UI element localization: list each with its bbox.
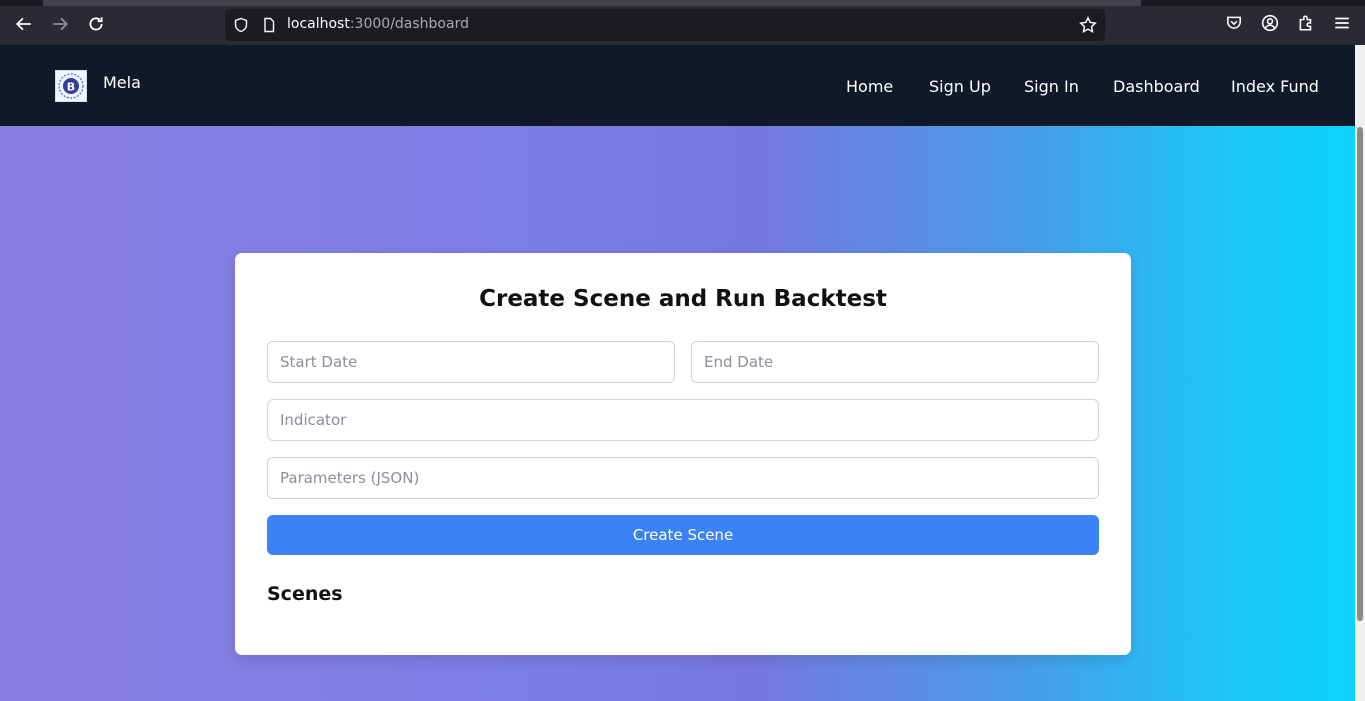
url-host: localhost: [287, 16, 350, 32]
browser-toolbar: localhost:3000/dashboard: [0, 0, 1365, 45]
nav-link-home[interactable]: Home: [846, 77, 893, 96]
bitcoin-logo-icon[interactable]: B: [55, 70, 87, 102]
brand-name[interactable]: Mela: [103, 73, 141, 92]
nav-link-sign-up[interactable]: Sign Up: [929, 77, 991, 96]
pocket-icon[interactable]: [1225, 14, 1243, 32]
nav-link-dashboard[interactable]: Dashboard: [1113, 77, 1200, 96]
scrollbar-thumb[interactable]: [1357, 127, 1363, 621]
url-text[interactable]: localhost:3000/dashboard: [287, 16, 469, 32]
back-icon[interactable]: [12, 12, 36, 36]
shield-icon[interactable]: [233, 17, 249, 33]
extensions-icon[interactable]: [1297, 14, 1315, 32]
page-scrollbar[interactable]: [1355, 45, 1365, 701]
nav-link-sign-in[interactable]: Sign In: [1024, 77, 1079, 96]
indicator-input[interactable]: [267, 399, 1099, 441]
page-icon[interactable]: [261, 17, 277, 33]
account-icon[interactable]: [1261, 14, 1279, 32]
menu-icon[interactable]: [1333, 14, 1351, 32]
forward-icon[interactable]: [48, 12, 72, 36]
address-bar[interactable]: localhost:3000/dashboard: [225, 9, 1105, 41]
scene-form-card: Create Scene and Run Backtest Create Sce…: [235, 253, 1131, 655]
end-date-input[interactable]: [691, 341, 1099, 383]
create-scene-button[interactable]: Create Scene: [267, 515, 1099, 555]
page-background: B Mela Home Sign Up Sign In Dashboard In…: [0, 45, 1355, 701]
tab-strip: [0, 0, 1365, 6]
svg-text:B: B: [67, 81, 75, 94]
active-tab[interactable]: [43, 0, 1141, 6]
bookmark-star-icon[interactable]: [1079, 15, 1097, 34]
url-path: :3000/dashboard: [349, 16, 469, 32]
start-date-input[interactable]: [267, 341, 675, 383]
form-title: Create Scene and Run Backtest: [479, 286, 887, 312]
navbar: B Mela Home Sign Up Sign In Dashboard In…: [0, 45, 1355, 126]
scenes-heading: Scenes: [267, 583, 343, 605]
nav-link-index-fund[interactable]: Index Fund: [1231, 77, 1319, 96]
parameters-json-input[interactable]: [267, 457, 1099, 499]
reload-icon[interactable]: [84, 12, 108, 36]
